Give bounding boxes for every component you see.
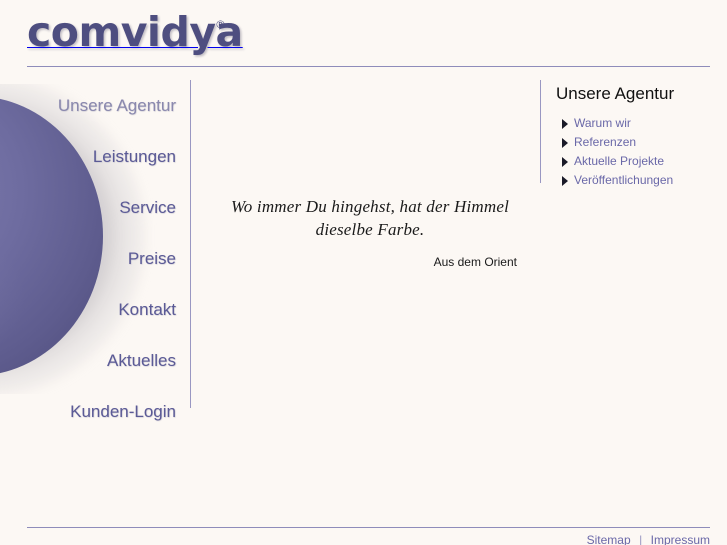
primary-navigation: Unsere Agentur Leistungen Service Preise…: [0, 80, 176, 437]
aside-link-referenzen[interactable]: Referenzen: [556, 133, 727, 152]
aside-link-veroeffentlichungen[interactable]: Veröffentlichungen: [556, 171, 727, 190]
section-sidebar-title: Unsere Agentur: [556, 84, 675, 103]
sidebar-item-service[interactable]: Service: [0, 182, 176, 233]
sidebar-item-preise[interactable]: Preise: [0, 233, 176, 284]
footer-divider: [27, 527, 710, 528]
aside-link-label: Veröffentlichungen: [574, 173, 674, 187]
sidebar-item-kunden-login[interactable]: Kunden-Login: [0, 386, 176, 437]
site-header: comvidya ®: [0, 0, 727, 66]
registered-trademark-icon: ®: [215, 18, 226, 31]
sidebar-item-aktuelles[interactable]: Aktuelles: [0, 335, 176, 386]
footer-separator: |: [639, 533, 643, 545]
header-divider: [27, 66, 710, 67]
site-logo[interactable]: comvidya ®: [27, 8, 243, 56]
triangle-right-icon: [562, 138, 568, 148]
sidebar-item-unsere-agentur[interactable]: Unsere Agentur: [0, 80, 176, 131]
triangle-right-icon: [562, 176, 568, 186]
aside-link-aktuelle-projekte[interactable]: Aktuelle Projekte: [556, 152, 727, 171]
site-footer: Sitemap | Impressum: [27, 531, 710, 545]
sidebar-item-leistungen[interactable]: Leistungen: [0, 131, 176, 182]
triangle-right-icon: [562, 119, 568, 129]
nav-vertical-divider: [190, 80, 191, 408]
sidebar-item-kontakt[interactable]: Kontakt: [0, 284, 176, 335]
page-root: comvidya ® Unsere Agentur Leistungen Ser…: [0, 0, 727, 545]
main-content: Wo immer Du hingehst, hat der Himmel die…: [205, 195, 535, 269]
aside-link-label: Aktuelle Projekte: [574, 154, 665, 168]
triangle-right-icon: [562, 157, 568, 167]
section-sidebar: Unsere Agentur Warum wir Referenzen Aktu…: [556, 83, 727, 190]
quote-attribution: Aus dem Orient: [433, 255, 517, 269]
aside-link-label: Warum wir: [574, 116, 631, 130]
aside-vertical-divider: [540, 80, 541, 183]
logo-wordmark: comvidya: [27, 8, 243, 56]
aside-link-label: Referenzen: [574, 135, 637, 149]
quote-text: Wo immer Du hingehst, hat der Himmel die…: [230, 197, 510, 239]
footer-link-sitemap[interactable]: Sitemap: [587, 533, 631, 545]
footer-link-impressum[interactable]: Impressum: [651, 533, 710, 545]
aside-link-warum-wir[interactable]: Warum wir: [556, 114, 727, 133]
